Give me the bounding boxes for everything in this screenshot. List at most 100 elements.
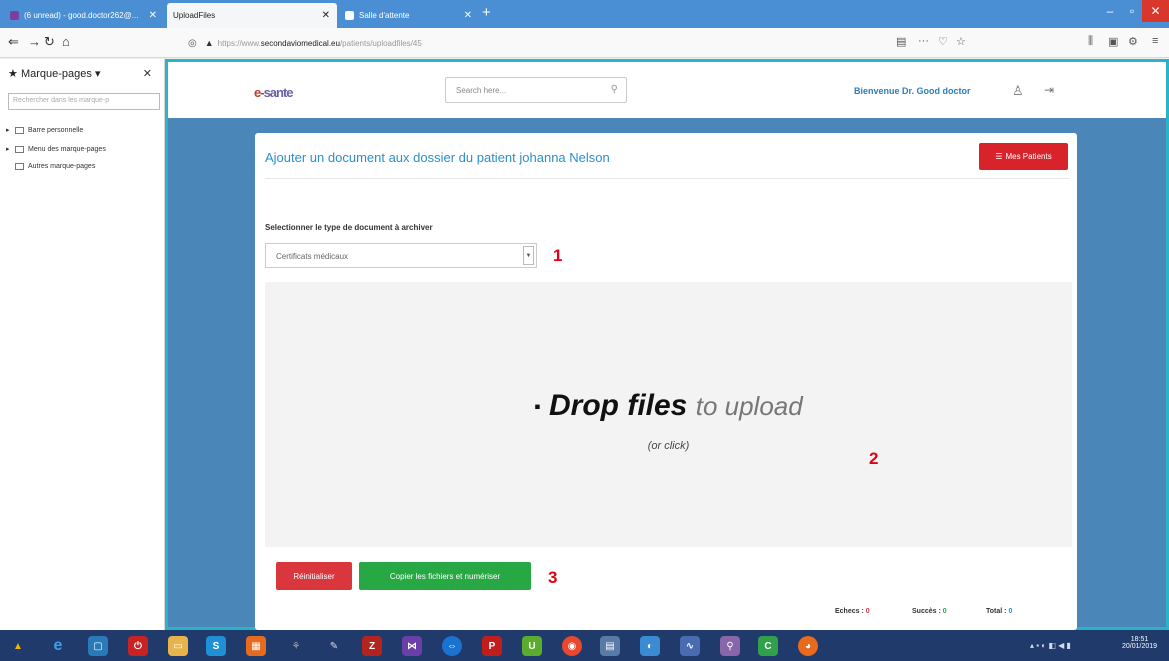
lock-icon: ▲	[204, 38, 214, 48]
folder-icon	[15, 126, 24, 134]
skype-icon[interactable]: S	[206, 636, 226, 656]
tab-label: Salle d'attente	[359, 11, 410, 20]
chevron-down-icon: ▾	[94, 68, 101, 80]
sidebar-item-barre-personnelle[interactable]: ▸ Barre personnelle	[6, 126, 83, 134]
forward-icon[interactable]: →	[28, 34, 41, 49]
site-header: e-sante Search here... ⚲ Bienvenue Dr. G…	[168, 62, 1166, 118]
reset-button[interactable]: Réinitialiser	[276, 562, 352, 590]
tab-uploadfiles[interactable]: UploadFiles ✕	[167, 3, 337, 28]
url-path: /patients/uploadfiles/45	[339, 38, 422, 48]
app-icon[interactable]: ▢	[88, 636, 108, 656]
teamviewer-icon[interactable]: ⇔	[442, 636, 462, 656]
calculator-icon[interactable]: ▤	[600, 636, 620, 656]
sidebar-item-autres-marque-pages[interactable]: Autres marque-pages	[15, 163, 95, 170]
library-icon[interactable]: ⫼	[1088, 35, 1093, 48]
browser-icon[interactable]: ◐	[640, 636, 660, 656]
extension-icon[interactable]: ⚙	[1128, 35, 1138, 48]
presentation-icon[interactable]: ▦	[246, 636, 266, 656]
tool-icon[interactable]: ⚘	[286, 636, 306, 656]
divider	[265, 178, 1069, 179]
folder-icon[interactable]: ▭	[168, 636, 188, 656]
tab-salle-attente[interactable]: Salle d'attente ✕	[339, 3, 479, 28]
document-type-select[interactable]: Certificats médicaux ▼	[265, 243, 537, 268]
home-icon[interactable]: ⌂	[62, 34, 70, 49]
start-icon[interactable]: ▲	[8, 636, 28, 656]
menu-icon[interactable]: ≡	[1152, 35, 1158, 47]
maximize-button[interactable]: ▫	[1122, 0, 1142, 22]
annotation-3: 3	[548, 568, 558, 587]
welcome-text: Bienvenue Dr. Good doctor	[854, 86, 971, 96]
search-icon[interactable]: ⚲	[611, 84, 618, 95]
mes-patients-button[interactable]: ☰ Mes Patients	[979, 143, 1068, 170]
mail-icon	[10, 11, 19, 20]
star-icon: ★	[8, 68, 18, 80]
firefox-icon[interactable]: ◕	[798, 636, 818, 656]
page-icon	[345, 11, 354, 20]
close-icon[interactable]: ✕	[464, 10, 472, 21]
chart-app-icon[interactable]: ∿	[680, 636, 700, 656]
url-prefix: https://www.	[217, 38, 261, 48]
failures-count: Echecs : 0	[835, 608, 870, 615]
filezilla-icon[interactable]: Z	[362, 636, 382, 656]
upwork-icon[interactable]: U	[522, 636, 542, 656]
bookmarks-sidebar: ★ Marque-pages ▾ ✕ Rechercher dans les m…	[0, 59, 165, 630]
c-app-icon[interactable]: C	[758, 636, 778, 656]
star-icon[interactable]: ☆	[956, 35, 966, 48]
copy-scan-button[interactable]: Copier les fichiers et numériser	[359, 562, 531, 590]
power-icon[interactable]: ⏻	[128, 636, 148, 656]
sidebar-title[interactable]: ★ Marque-pages ▾	[8, 67, 100, 80]
close-icon[interactable]: ✕	[322, 10, 330, 21]
search-app-icon[interactable]: ⚲	[720, 636, 740, 656]
close-icon[interactable]: ✕	[143, 67, 152, 80]
more-icon[interactable]: ···	[918, 35, 929, 47]
tab-mail[interactable]: (6 unread) - good.doctor262@... ✕	[4, 3, 164, 28]
site-logo[interactable]: e-sante	[254, 85, 294, 100]
chrome-icon[interactable]: ◉	[562, 636, 582, 656]
url-host: secondaviomedical.eu	[260, 38, 340, 48]
sidebar-toggle-icon[interactable]: ▣	[1108, 35, 1118, 48]
shield-icon: ◎	[188, 37, 197, 49]
internet-explorer-icon[interactable]: e	[48, 636, 68, 656]
chevron-right-icon: ▸	[6, 127, 10, 134]
clock[interactable]: 18:51 20/01/2019	[1122, 636, 1157, 650]
folder-icon	[15, 163, 24, 170]
reader-icon[interactable]: ▤	[896, 35, 906, 48]
user-icon[interactable]: ♙	[1012, 83, 1024, 99]
tab-label: UploadFiles	[173, 11, 216, 20]
annotation-1: 1	[553, 246, 563, 265]
chevron-down-icon: ▼	[523, 246, 534, 265]
total-count: Total : 0	[986, 608, 1013, 615]
logout-icon[interactable]: ⇥	[1044, 83, 1054, 97]
dropzone-subtext: (or click)	[647, 440, 690, 452]
browser-tab-strip: (6 unread) - good.doctor262@... ✕ Upload…	[0, 0, 1169, 28]
close-window-button[interactable]: ✕	[1142, 0, 1169, 22]
pen-icon[interactable]: ✎	[324, 636, 344, 656]
reload-icon[interactable]: ↻	[44, 34, 55, 50]
folder-icon	[15, 145, 24, 153]
minimize-button[interactable]: –	[1098, 0, 1122, 22]
back-icon[interactable]: ⇐	[8, 34, 19, 50]
pocket-icon[interactable]: ♡	[938, 35, 948, 48]
file-dropzone[interactable]: ▪ Drop files to upload (or click)	[265, 282, 1072, 547]
close-icon[interactable]: ✕	[149, 10, 157, 21]
arrow-icon: ▪	[534, 396, 541, 417]
windows-taskbar: ▲ e ▢ ⏻ ▭ S ▦ ⚘ ✎ Z ⋈ ⇔ P U ◉ ▤ ◐ ∿ ⚲ C …	[0, 630, 1169, 661]
bookmark-search-input[interactable]: Rechercher dans les marque-p	[8, 93, 160, 110]
system-tray[interactable]: ▴ ▪ ◐ ◧ ◀ ▮	[1030, 641, 1071, 650]
chevron-right-icon: ▸	[6, 146, 10, 153]
web-page: e-sante Search here... ⚲ Bienvenue Dr. G…	[165, 59, 1169, 630]
success-count: Succès : 0	[912, 608, 947, 615]
page-title: Ajouter un document aux dossier du patie…	[265, 150, 610, 165]
browser-toolbar: ⇐ → ↻ ⌂ ◎ ▲ https://www. secondaviomedic…	[0, 28, 1169, 58]
upload-card: Ajouter un document aux dossier du patie…	[255, 133, 1077, 630]
p-app-icon[interactable]: P	[482, 636, 502, 656]
tab-label: (6 unread) - good.doctor262@...	[24, 11, 139, 20]
annotation-2: 2	[869, 449, 879, 468]
url-bar[interactable]: ◎ ▲ https://www. secondaviomedical.eu /p…	[188, 32, 778, 54]
visual-studio-icon[interactable]: ⋈	[402, 636, 422, 656]
dropzone-text: ▪ Drop files to upload	[534, 389, 803, 422]
sidebar-item-menu-marque-pages[interactable]: ▸ Menu des marque-pages	[6, 145, 106, 153]
list-icon: ☰	[995, 152, 1003, 161]
search-input[interactable]: Search here... ⚲	[445, 77, 627, 103]
new-tab-button[interactable]: +	[482, 4, 491, 21]
